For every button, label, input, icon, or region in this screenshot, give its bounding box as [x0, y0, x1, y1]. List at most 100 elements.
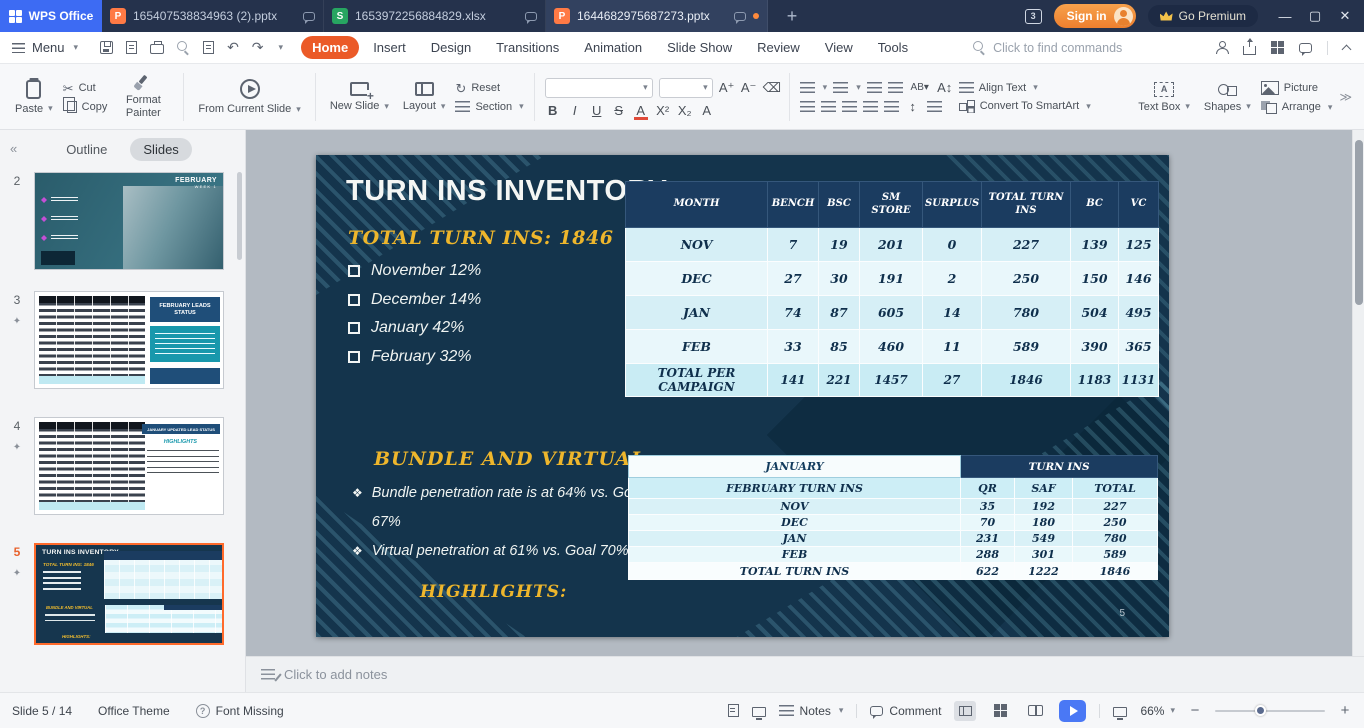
- apps-icon[interactable]: [1271, 41, 1284, 54]
- column-header[interactable]: TURN INS: [961, 456, 1158, 478]
- align-right-icon[interactable]: [842, 101, 857, 112]
- panel-scrollbar[interactable]: [237, 172, 242, 260]
- format-painter-button[interactable]: Format Painter: [110, 69, 176, 125]
- display-switch-icon[interactable]: [752, 707, 766, 717]
- table-cell[interactable]: 1222: [1015, 563, 1073, 580]
- more-commands-icon[interactable]: ▾: [279, 42, 284, 53]
- menu-tab-design[interactable]: Design: [420, 36, 482, 59]
- subscript-button[interactable]: X₂: [677, 104, 693, 117]
- table-cell[interactable]: 288: [961, 547, 1015, 563]
- document-tab-2[interactable]: S 1653972256884829.xlsx: [324, 0, 546, 32]
- table-cell[interactable]: 301: [1015, 547, 1073, 563]
- table-cell[interactable]: 2: [923, 262, 982, 296]
- table-cell[interactable]: 1846: [1073, 563, 1158, 580]
- layout-button[interactable]: Layout▾: [396, 69, 453, 125]
- view-normal-button[interactable]: [954, 701, 976, 721]
- document-tab-3-active[interactable]: P 1644682975687273.pptx: [546, 0, 768, 32]
- table-cell[interactable]: 191: [860, 262, 923, 296]
- column-header[interactable]: QR: [961, 478, 1015, 499]
- line-spacing-icon[interactable]: ↕: [905, 100, 921, 113]
- table-cell[interactable]: 19: [819, 228, 860, 262]
- align-text-button[interactable]: Align Text▾: [959, 82, 1091, 94]
- table-cell[interactable]: 1846: [982, 364, 1071, 397]
- column-header[interactable]: BSC: [819, 182, 860, 228]
- redo-icon[interactable]: ↷: [252, 39, 264, 56]
- table-cell[interactable]: 70: [961, 515, 1015, 531]
- superscript-button[interactable]: X²: [655, 104, 671, 117]
- slide-3-thumbnail[interactable]: FEBRUARY LEADS STATUS: [34, 291, 224, 389]
- undo-icon[interactable]: ↶: [227, 39, 239, 56]
- column-header[interactable]: SM STORE: [860, 182, 923, 228]
- table-cell[interactable]: DEC: [629, 515, 961, 531]
- column-header[interactable]: SAF: [1015, 478, 1073, 499]
- table-cell[interactable]: NOV: [626, 228, 768, 262]
- increase-indent-icon[interactable]: [888, 82, 903, 93]
- export-icon[interactable]: [126, 41, 137, 54]
- columns-icon[interactable]: [927, 101, 942, 112]
- minimize-button[interactable]: —: [1270, 0, 1300, 32]
- table-cell[interactable]: TOTAL TURN INS: [629, 563, 961, 580]
- menu-tab-slide-show[interactable]: Slide Show: [656, 36, 743, 59]
- table-cell[interactable]: 780: [1073, 531, 1158, 547]
- font-color-button[interactable]: A: [633, 104, 649, 117]
- table-cell[interactable]: 27: [923, 364, 982, 397]
- account-icon[interactable]: [1215, 41, 1228, 54]
- table-cell[interactable]: 250: [982, 262, 1071, 296]
- underline-button[interactable]: U: [589, 104, 605, 117]
- highlight-color-button[interactable]: A: [699, 104, 715, 117]
- table-cell[interactable]: 227: [982, 228, 1071, 262]
- table-cell[interactable]: FEB: [629, 547, 961, 563]
- close-button[interactable]: ✕: [1330, 0, 1360, 32]
- notes-bar[interactable]: Click to add notes: [246, 656, 1364, 692]
- zoom-slider-thumb[interactable]: [1255, 705, 1266, 716]
- picture-button[interactable]: Picture: [1261, 81, 1333, 95]
- column-header[interactable]: SURPLUS: [923, 182, 982, 228]
- sign-in-button[interactable]: Sign in: [1054, 4, 1136, 28]
- slide-4-thumbnail[interactable]: JANUARY UPDATED LEAD STATUS HIGHLIGHTS: [34, 417, 224, 515]
- table-cell[interactable]: 27: [768, 262, 819, 296]
- italic-button[interactable]: I: [567, 104, 583, 117]
- reset-button[interactable]: ↻Reset: [455, 82, 523, 95]
- table-cell[interactable]: 365: [1119, 330, 1159, 364]
- column-header[interactable]: TOTAL TURN INS: [982, 182, 1071, 228]
- main-menu-button[interactable]: Menu ▾: [0, 40, 90, 55]
- column-header[interactable]: FEBRUARY TURN INS: [629, 478, 961, 499]
- table-cell[interactable]: 30: [819, 262, 860, 296]
- font-size-select[interactable]: ▾: [659, 78, 713, 98]
- character-spacing-icon[interactable]: AB▾: [909, 83, 931, 93]
- comment-button[interactable]: Comment: [870, 704, 941, 718]
- highlights-title[interactable]: HIGHLIGHTS:: [420, 582, 567, 602]
- tab-slides[interactable]: Slides: [130, 138, 191, 161]
- paste-button[interactable]: Paste▾: [8, 69, 60, 125]
- numbering-icon[interactable]: [833, 82, 848, 93]
- zoom-level-button[interactable]: 66% ▾: [1140, 704, 1175, 718]
- table-cell[interactable]: 150: [1071, 262, 1119, 296]
- align-center-icon[interactable]: [821, 101, 836, 112]
- table-cell[interactable]: 250: [1073, 515, 1158, 531]
- slide-5-thumbnail-selected[interactable]: TURN INS INVENTORY TOTAL TURN INS: 1846 …: [34, 543, 224, 645]
- maximize-button[interactable]: ▢: [1300, 0, 1330, 32]
- monthly-turn-ins-table[interactable]: JANUARY TURN INS FEBRUARY TURN INS QR SA…: [628, 455, 1158, 580]
- command-search[interactable]: Click to find commands: [973, 41, 1122, 55]
- table-cell[interactable]: 7: [768, 228, 819, 262]
- table-cell[interactable]: 1131: [1119, 364, 1159, 397]
- month-checklist[interactable]: November 12%December 14%January 42%Febru…: [348, 257, 481, 371]
- bundle-virtual-title[interactable]: BUNDLE AND VIRTUAL: [374, 448, 645, 470]
- slide-title[interactable]: TURN INS INVENTORY: [346, 175, 668, 208]
- zoom-out-button[interactable]: −: [1188, 702, 1202, 719]
- table-cell[interactable]: 605: [860, 296, 923, 330]
- arrange-button[interactable]: Arrange▾: [1261, 101, 1333, 114]
- save-icon[interactable]: [100, 41, 113, 54]
- table-cell[interactable]: TOTAL PER CAMPAIGN: [626, 364, 768, 397]
- scrollbar-thumb[interactable]: [1355, 140, 1363, 305]
- table-cell[interactable]: 35: [961, 499, 1015, 515]
- convert-smartart-button[interactable]: Convert To SmartArt▾: [959, 100, 1091, 113]
- clear-format-icon[interactable]: ⌫: [763, 81, 779, 94]
- tab-outline[interactable]: Outline: [53, 138, 120, 161]
- document-tab-1[interactable]: P 165407538834963 (2).pptx: [102, 0, 324, 32]
- table-cell[interactable]: 495: [1119, 296, 1159, 330]
- column-header[interactable]: JANUARY: [629, 456, 961, 478]
- notes-toggle-button[interactable]: Notes ▾: [779, 704, 844, 718]
- cut-button[interactable]: ✂Cut: [63, 82, 108, 95]
- justify-icon[interactable]: [863, 101, 878, 112]
